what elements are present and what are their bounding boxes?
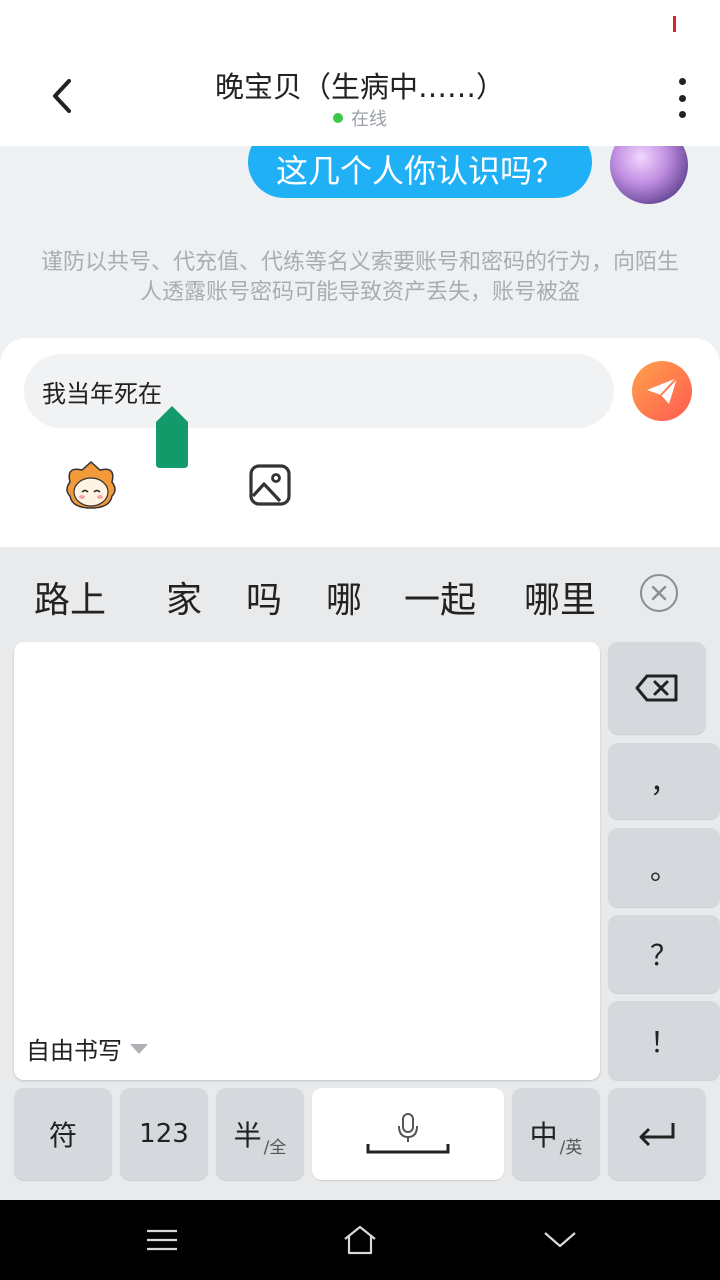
handwriting-mode-label: 自由书写 <box>26 1037 122 1065</box>
question-key[interactable]: ？ <box>608 915 720 993</box>
handwriting-pad[interactable]: 自由书写 <box>14 642 600 1080</box>
period-key[interactable]: 。 <box>608 828 720 907</box>
chat-header: 晚宝贝（生病中……） 在线 <box>0 48 720 146</box>
close-circle-icon <box>651 585 667 601</box>
message-input[interactable]: 我当年死在 <box>24 354 614 428</box>
numbers-key[interactable]: 123 <box>120 1088 208 1180</box>
security-warning: 谨防以共号、代充值、代练等名义索要账号和密码的行为，向陌生人透露账号密码可能导致… <box>40 250 679 305</box>
enter-key[interactable] <box>608 1088 706 1180</box>
system-nav-bar <box>0 1200 720 1280</box>
menu-icon <box>147 1229 177 1251</box>
enter-icon <box>639 1123 675 1147</box>
candidate-word[interactable]: 哪里 <box>524 571 596 623</box>
avatar[interactable] <box>610 146 688 204</box>
message-bubble[interactable]: 这几个人你认识吗？ <box>247 146 592 198</box>
ime-keyboard: 路上 家 吗 哪 一起 哪里 自由书写 ， 。 ？ ！ 符 123 半/全 中 … <box>0 547 720 1200</box>
candidate-word[interactable]: 吗 <box>246 571 282 623</box>
handwriting-mode-selector[interactable]: 自由书写 <box>26 1031 148 1066</box>
half-width-label: 半 <box>233 1119 262 1152</box>
more-options-button[interactable] <box>672 78 692 118</box>
english-label: /英 <box>559 1138 583 1158</box>
space-key[interactable] <box>312 1088 504 1180</box>
chevron-down-icon <box>130 1043 148 1054</box>
menu-button[interactable] <box>142 1220 182 1260</box>
online-dot <box>333 113 343 123</box>
more-vertical-icon <box>678 78 686 85</box>
input-panel: 我当年死在 <box>0 338 720 548</box>
status-indicator <box>673 16 676 32</box>
home-icon <box>344 1225 376 1255</box>
symbols-key[interactable]: 符 <box>14 1088 112 1180</box>
exclamation-key[interactable]: ！ <box>608 1001 720 1080</box>
candidate-word[interactable]: 路上 <box>34 571 106 623</box>
full-width-label: /全 <box>263 1138 287 1158</box>
language-switch-key[interactable]: 中/英 <box>512 1088 600 1180</box>
online-status: 在线 <box>0 105 720 131</box>
chat-title: 晚宝贝（生病中……） <box>214 70 505 104</box>
send-button[interactable] <box>632 361 692 421</box>
microphone-icon <box>366 1113 450 1154</box>
half-full-width-key[interactable]: 半/全 <box>216 1088 304 1180</box>
candidate-word[interactable]: 哪 <box>326 571 362 623</box>
home-button[interactable] <box>340 1220 380 1260</box>
backspace-key[interactable] <box>608 642 706 734</box>
message-list[interactable]: 这几个人你认识吗？ 谨防以共号、代充值、代练等名义索要账号和密码的行为，向陌生人… <box>0 146 720 346</box>
candidate-bar: 路上 家 吗 哪 一起 哪里 <box>0 547 720 639</box>
emoji-icon[interactable] <box>62 460 120 510</box>
candidate-word[interactable]: 一起 <box>404 571 476 623</box>
comma-key[interactable]: ， <box>608 743 720 819</box>
candidate-word[interactable]: 家 <box>166 571 202 623</box>
back-nav-button[interactable] <box>540 1220 580 1260</box>
image-icon[interactable] <box>248 463 292 507</box>
chevron-down-icon <box>544 1232 576 1248</box>
close-candidates-button[interactable] <box>640 574 678 612</box>
online-status-label: 在线 <box>351 109 387 130</box>
text-cursor-handle[interactable] <box>156 406 188 470</box>
status-bar <box>0 0 720 48</box>
chinese-label: 中 <box>529 1119 558 1152</box>
paper-plane-icon <box>647 377 678 404</box>
backspace-icon <box>635 674 678 702</box>
